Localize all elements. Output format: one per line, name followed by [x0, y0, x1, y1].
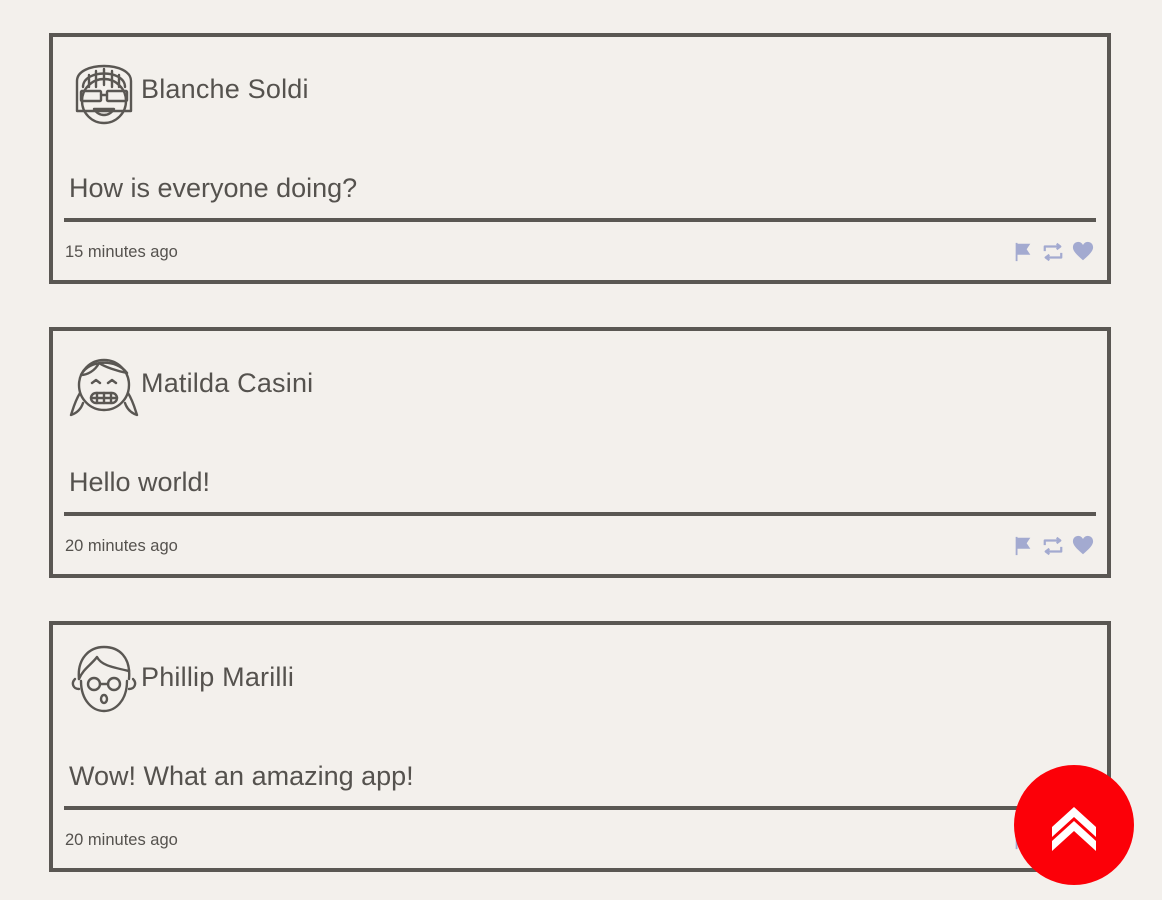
retweet-icon[interactable]: [1041, 240, 1065, 264]
timestamp: 20 minutes ago: [65, 537, 178, 555]
author-name: Matilda Casini: [141, 367, 314, 398]
retweet-icon[interactable]: [1041, 534, 1065, 558]
girl-sunglasses-icon: [69, 51, 139, 127]
tweet-text: How is everyone doing?: [69, 173, 358, 203]
flag-icon[interactable]: [1011, 240, 1035, 264]
tweet-header: Phillip Marilli: [69, 639, 294, 715]
tweet-header: Matilda Casini: [69, 345, 313, 421]
scroll-to-top-button[interactable]: [1014, 765, 1134, 885]
author-name: Blanche Soldi: [141, 73, 309, 104]
double-chevron-up-icon: [1052, 807, 1096, 851]
tweet-actions: [1011, 240, 1095, 264]
tweet-text: Hello world!: [69, 467, 211, 497]
divider: [64, 512, 1096, 516]
timestamp: 15 minutes ago: [65, 243, 178, 261]
tweet-card: Phillip Marilli Wow! What an amazing app…: [49, 621, 1111, 872]
tweet-text: Wow! What an amazing app!: [69, 761, 414, 791]
divider: [64, 218, 1096, 222]
tweet-card: Matilda Casini Hello world! 20 minutes a…: [49, 327, 1111, 578]
heart-icon[interactable]: [1071, 534, 1095, 558]
timestamp: 20 minutes ago: [65, 831, 178, 849]
tweet-card: Blanche Soldi How is everyone doing? 15 …: [49, 33, 1111, 284]
tweet-header: Blanche Soldi: [69, 51, 309, 127]
flag-icon[interactable]: [1011, 534, 1035, 558]
boy-glasses-icon: [69, 639, 139, 715]
heart-icon[interactable]: [1071, 240, 1095, 264]
tweet-actions: [1011, 534, 1095, 558]
divider: [64, 806, 1096, 810]
girl-pigtails-icon: [69, 345, 139, 421]
author-name: Phillip Marilli: [141, 661, 295, 692]
